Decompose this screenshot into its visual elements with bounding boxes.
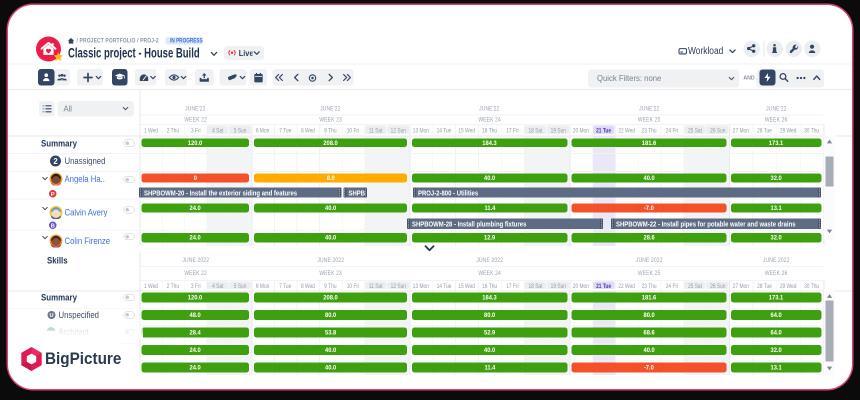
svg-text:B: B [51, 223, 55, 229]
svg-text:P: P [51, 192, 55, 198]
svg-text:2: 2 [53, 157, 58, 166]
